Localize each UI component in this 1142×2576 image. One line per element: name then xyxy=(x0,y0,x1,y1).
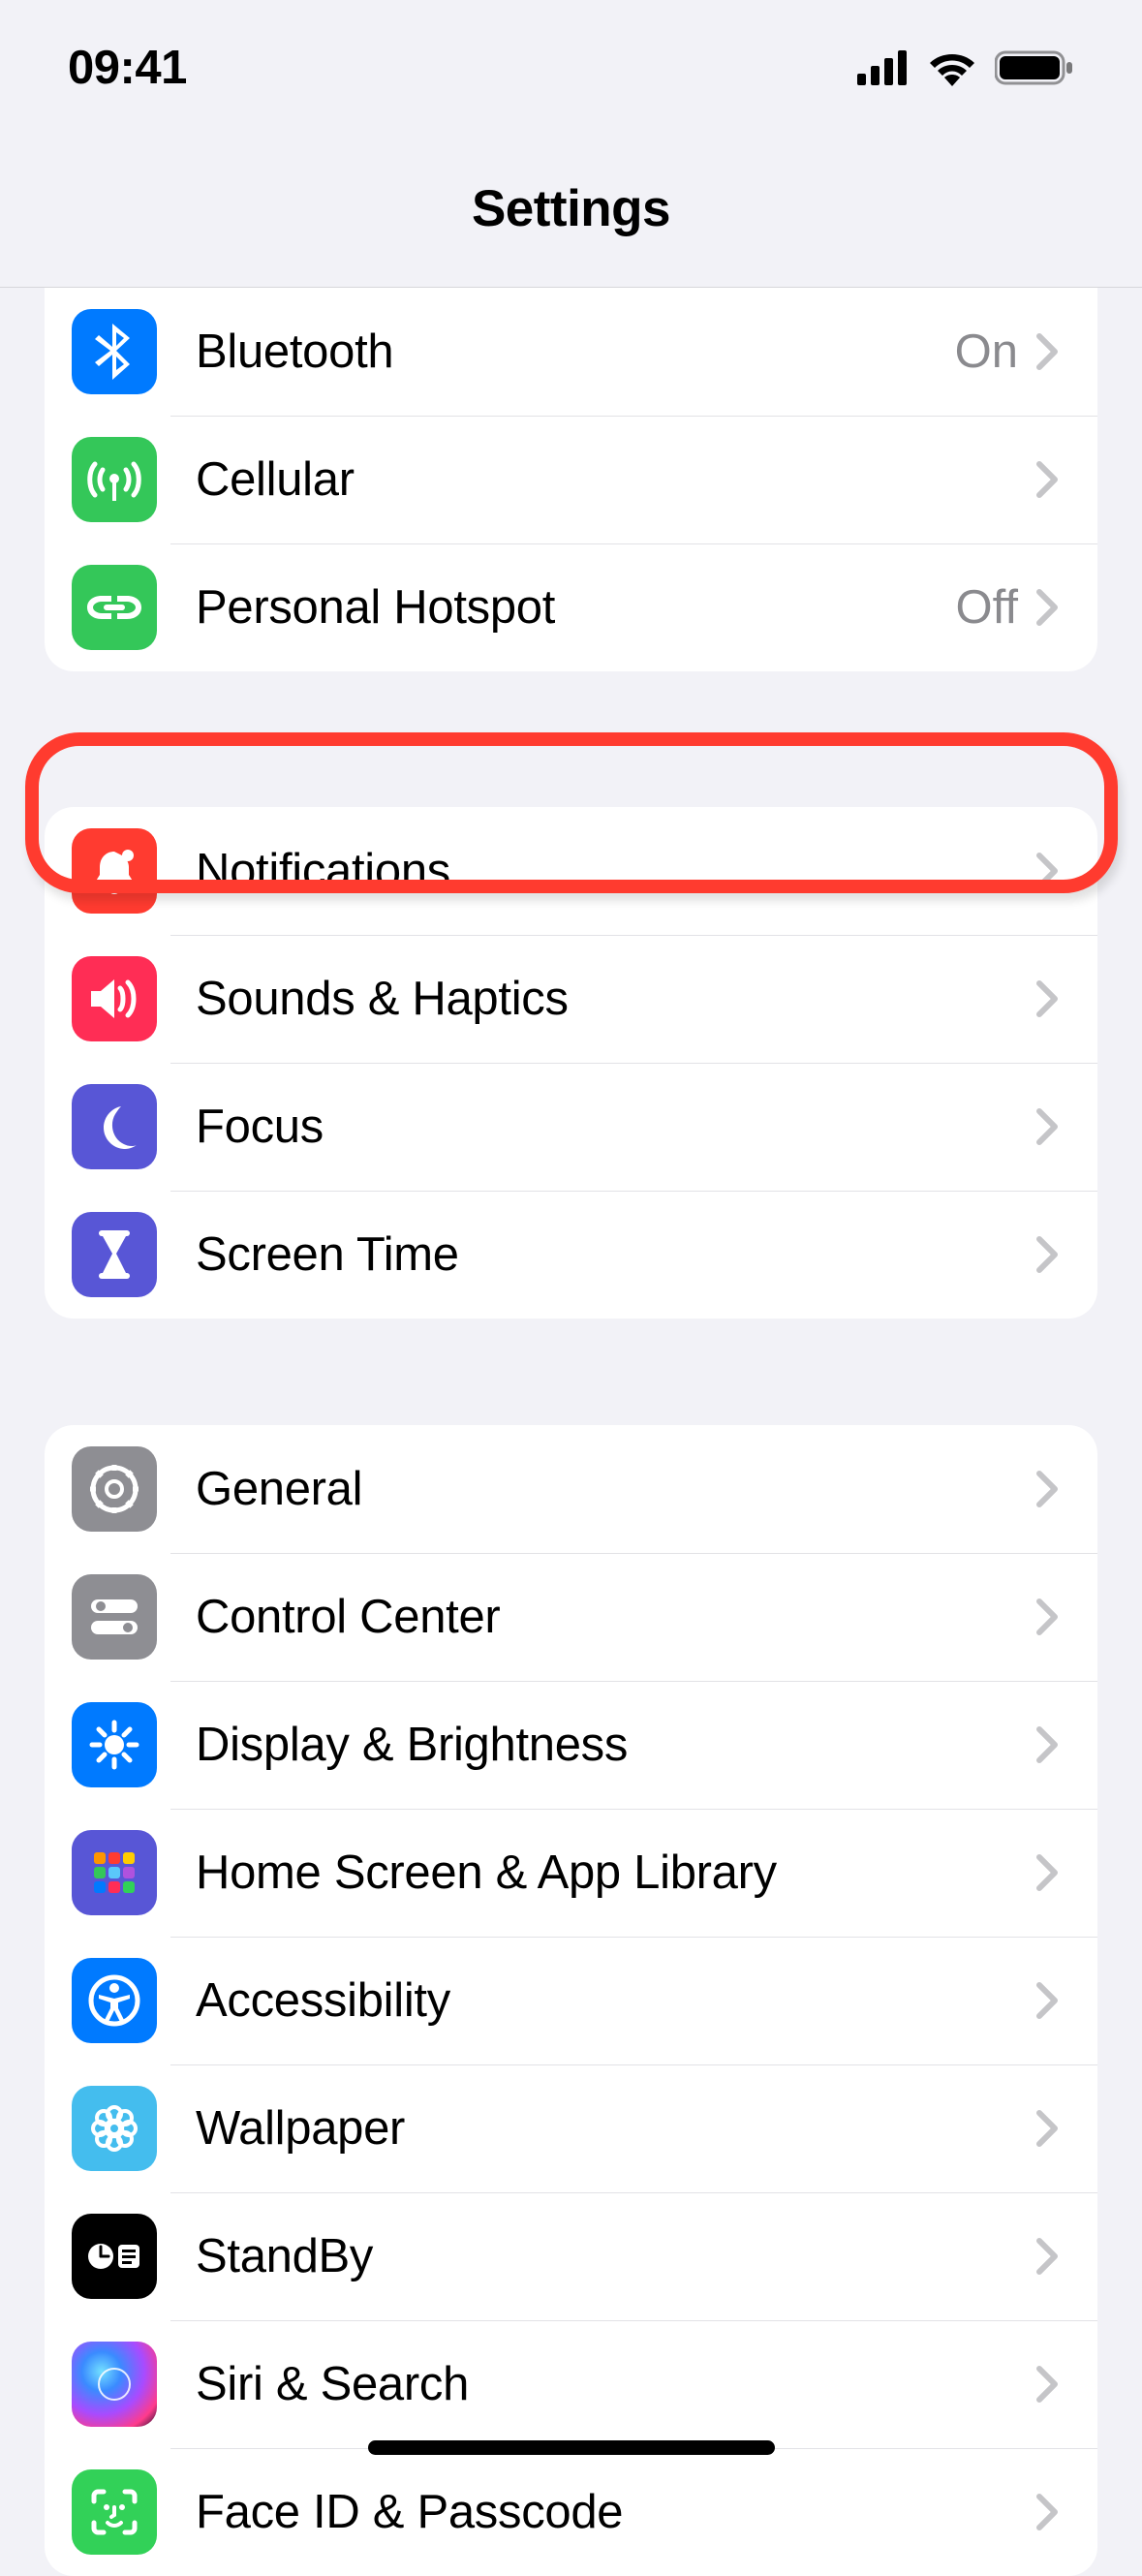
row-label: Accessibility xyxy=(196,1973,1035,2028)
row-label: Screen Time xyxy=(196,1227,1035,1282)
hotspot-link-icon xyxy=(72,565,157,650)
row-focus[interactable]: Focus xyxy=(45,1063,1097,1191)
row-label: StandBy xyxy=(196,2229,1035,2283)
face-id-icon xyxy=(72,2469,157,2555)
chevron-right-icon xyxy=(1035,2493,1059,2531)
sun-icon xyxy=(72,1702,157,1787)
chevron-right-icon xyxy=(1035,460,1059,499)
row-wallpaper[interactable]: Wallpaper xyxy=(45,2064,1097,2192)
chevron-right-icon xyxy=(1035,1470,1059,1508)
row-label: Face ID & Passcode xyxy=(196,2485,1035,2539)
row-label: Siri & Search xyxy=(196,2357,1035,2411)
row-personal-hotspot[interactable]: Personal Hotspot Off xyxy=(45,543,1097,671)
siri-icon xyxy=(72,2342,157,2427)
settings-group-system: General Control Center xyxy=(45,1425,1097,2576)
row-label: Cellular xyxy=(196,452,1035,507)
row-sounds-haptics[interactable]: Sounds & Haptics xyxy=(45,935,1097,1063)
status-indicators xyxy=(857,49,1074,86)
gear-icon xyxy=(72,1446,157,1532)
cellular-antenna-icon xyxy=(72,437,157,522)
standby-icon xyxy=(72,2214,157,2299)
chevron-right-icon xyxy=(1035,2109,1059,2148)
row-label: Display & Brightness xyxy=(196,1718,1035,1772)
status-bar: 09:41 xyxy=(0,0,1142,145)
accessibility-icon xyxy=(72,1958,157,2043)
row-label: Focus xyxy=(196,1100,1035,1154)
row-face-id-passcode[interactable]: Face ID & Passcode xyxy=(45,2448,1097,2576)
chevron-right-icon xyxy=(1035,332,1059,371)
chevron-right-icon xyxy=(1035,588,1059,627)
row-display-brightness[interactable]: Display & Brightness xyxy=(45,1681,1097,1809)
page-title: Settings xyxy=(0,179,1142,238)
row-home-screen-app-library[interactable]: Home Screen & App Library xyxy=(45,1809,1097,1937)
row-bluetooth[interactable]: Bluetooth On xyxy=(45,288,1097,416)
bell-icon xyxy=(72,828,157,914)
row-label: Control Center xyxy=(196,1590,1035,1644)
row-label: Personal Hotspot xyxy=(196,580,956,635)
row-siri-search[interactable]: Siri & Search xyxy=(45,2320,1097,2448)
home-indicator[interactable] xyxy=(368,2440,775,2455)
row-screen-time[interactable]: Screen Time xyxy=(45,1191,1097,1319)
row-control-center[interactable]: Control Center xyxy=(45,1553,1097,1681)
row-label: Wallpaper xyxy=(196,2101,1035,2156)
battery-icon xyxy=(995,49,1074,86)
chevron-right-icon xyxy=(1035,852,1059,890)
row-notifications[interactable]: Notifications xyxy=(45,807,1097,935)
row-label: Sounds & Haptics xyxy=(196,972,1035,1026)
chevron-right-icon xyxy=(1035,2365,1059,2404)
row-accessibility[interactable]: Accessibility xyxy=(45,1937,1097,2064)
row-standby[interactable]: StandBy xyxy=(45,2192,1097,2320)
hourglass-icon xyxy=(72,1212,157,1297)
nav-header: Settings xyxy=(0,145,1142,288)
row-cellular[interactable]: Cellular xyxy=(45,416,1097,543)
bluetooth-icon xyxy=(72,309,157,394)
row-general[interactable]: General xyxy=(45,1425,1097,1553)
chevron-right-icon xyxy=(1035,1981,1059,2020)
toggles-icon xyxy=(72,1574,157,1660)
flower-icon xyxy=(72,2086,157,2171)
chevron-right-icon xyxy=(1035,979,1059,1018)
row-value: On xyxy=(955,325,1018,379)
wifi-icon xyxy=(927,49,977,86)
settings-group-attention: Notifications Sounds & Haptics Focus xyxy=(45,807,1097,1319)
cellular-signal-icon xyxy=(857,50,910,85)
chevron-right-icon xyxy=(1035,1853,1059,1892)
chevron-right-icon xyxy=(1035,1725,1059,1764)
chevron-right-icon xyxy=(1035,2237,1059,2276)
settings-group-connectivity: Bluetooth On Cellular xyxy=(45,288,1097,671)
status-time: 09:41 xyxy=(68,41,187,95)
moon-icon xyxy=(72,1084,157,1169)
row-label: Bluetooth xyxy=(196,325,955,379)
row-label: Home Screen & App Library xyxy=(196,1846,1035,1900)
chevron-right-icon xyxy=(1035,1598,1059,1636)
app-grid-icon xyxy=(72,1830,157,1915)
row-label: General xyxy=(196,1462,1035,1516)
chevron-right-icon xyxy=(1035,1235,1059,1274)
speaker-icon xyxy=(72,956,157,1041)
chevron-right-icon xyxy=(1035,1107,1059,1146)
row-value: Off xyxy=(956,580,1018,635)
row-label: Notifications xyxy=(196,844,1035,898)
